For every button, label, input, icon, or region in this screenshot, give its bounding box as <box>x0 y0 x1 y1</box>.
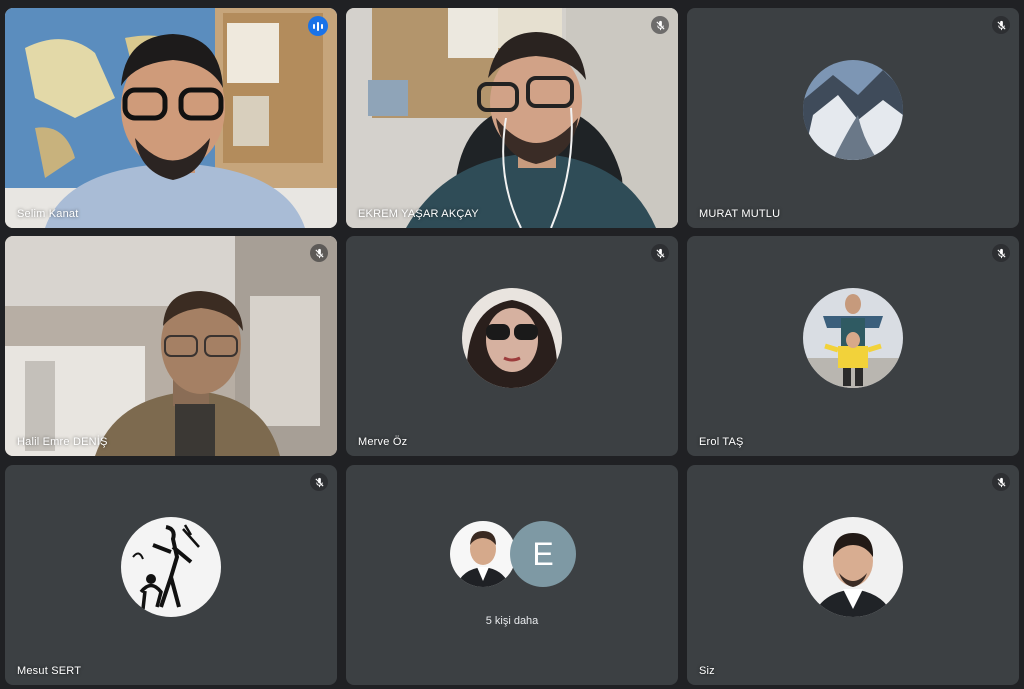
avatar <box>462 288 562 388</box>
avatar <box>450 521 516 587</box>
mic-off-icon <box>310 244 328 262</box>
participant-name: Selim Kanat <box>17 208 79 220</box>
video-feed-halil-emre-denis <box>5 236 337 456</box>
participant-tile-mesut-sert[interactable]: Mesut SERT <box>5 465 337 685</box>
more-participants-tile[interactable]: E 5 kişi daha <box>346 465 678 685</box>
participant-name: EKREM YAŞAR AKÇAY <box>358 208 479 220</box>
avatar <box>803 60 903 160</box>
participant-tile-ekrem-yasar-akcay[interactable]: EKREM YAŞAR AKÇAY <box>346 8 678 228</box>
mic-off-icon <box>992 16 1010 34</box>
participant-tile-erol-tas[interactable]: Erol TAŞ <box>687 236 1019 456</box>
avatar <box>121 517 221 617</box>
mic-off-icon <box>651 16 669 34</box>
mic-off-icon <box>651 244 669 262</box>
participant-name: MURAT MUTLU <box>699 208 781 220</box>
participant-name: Erol TAŞ <box>699 436 744 448</box>
participant-name: Halil Emre DENİŞ <box>17 436 108 448</box>
audio-level-icon <box>308 16 328 36</box>
video-feed-ekrem-yasar-akcay <box>346 8 678 228</box>
participant-tile-halil-emre-denis[interactable]: Halil Emre DENİŞ <box>5 236 337 456</box>
participant-name: Merve Öz <box>358 436 408 448</box>
avatar <box>803 288 903 388</box>
participant-tile-merve-oz[interactable]: Merve Öz <box>346 236 678 456</box>
mic-off-icon <box>310 473 328 491</box>
mic-off-icon <box>992 473 1010 491</box>
avatar <box>803 517 903 617</box>
participant-tile-self[interactable]: Siz <box>687 465 1019 685</box>
participant-name: Mesut SERT <box>17 665 82 677</box>
video-feed-selim-kanat <box>5 8 337 228</box>
mic-off-icon <box>992 244 1010 262</box>
participant-tile-murat-mutlu[interactable]: MURAT MUTLU <box>687 8 1019 228</box>
participant-name: Siz <box>699 665 715 677</box>
avatar-initial: E <box>510 521 576 587</box>
participant-tile-selim-kanat[interactable]: Selim Kanat <box>5 8 337 228</box>
more-participants-label: 5 kişi daha <box>485 615 539 627</box>
